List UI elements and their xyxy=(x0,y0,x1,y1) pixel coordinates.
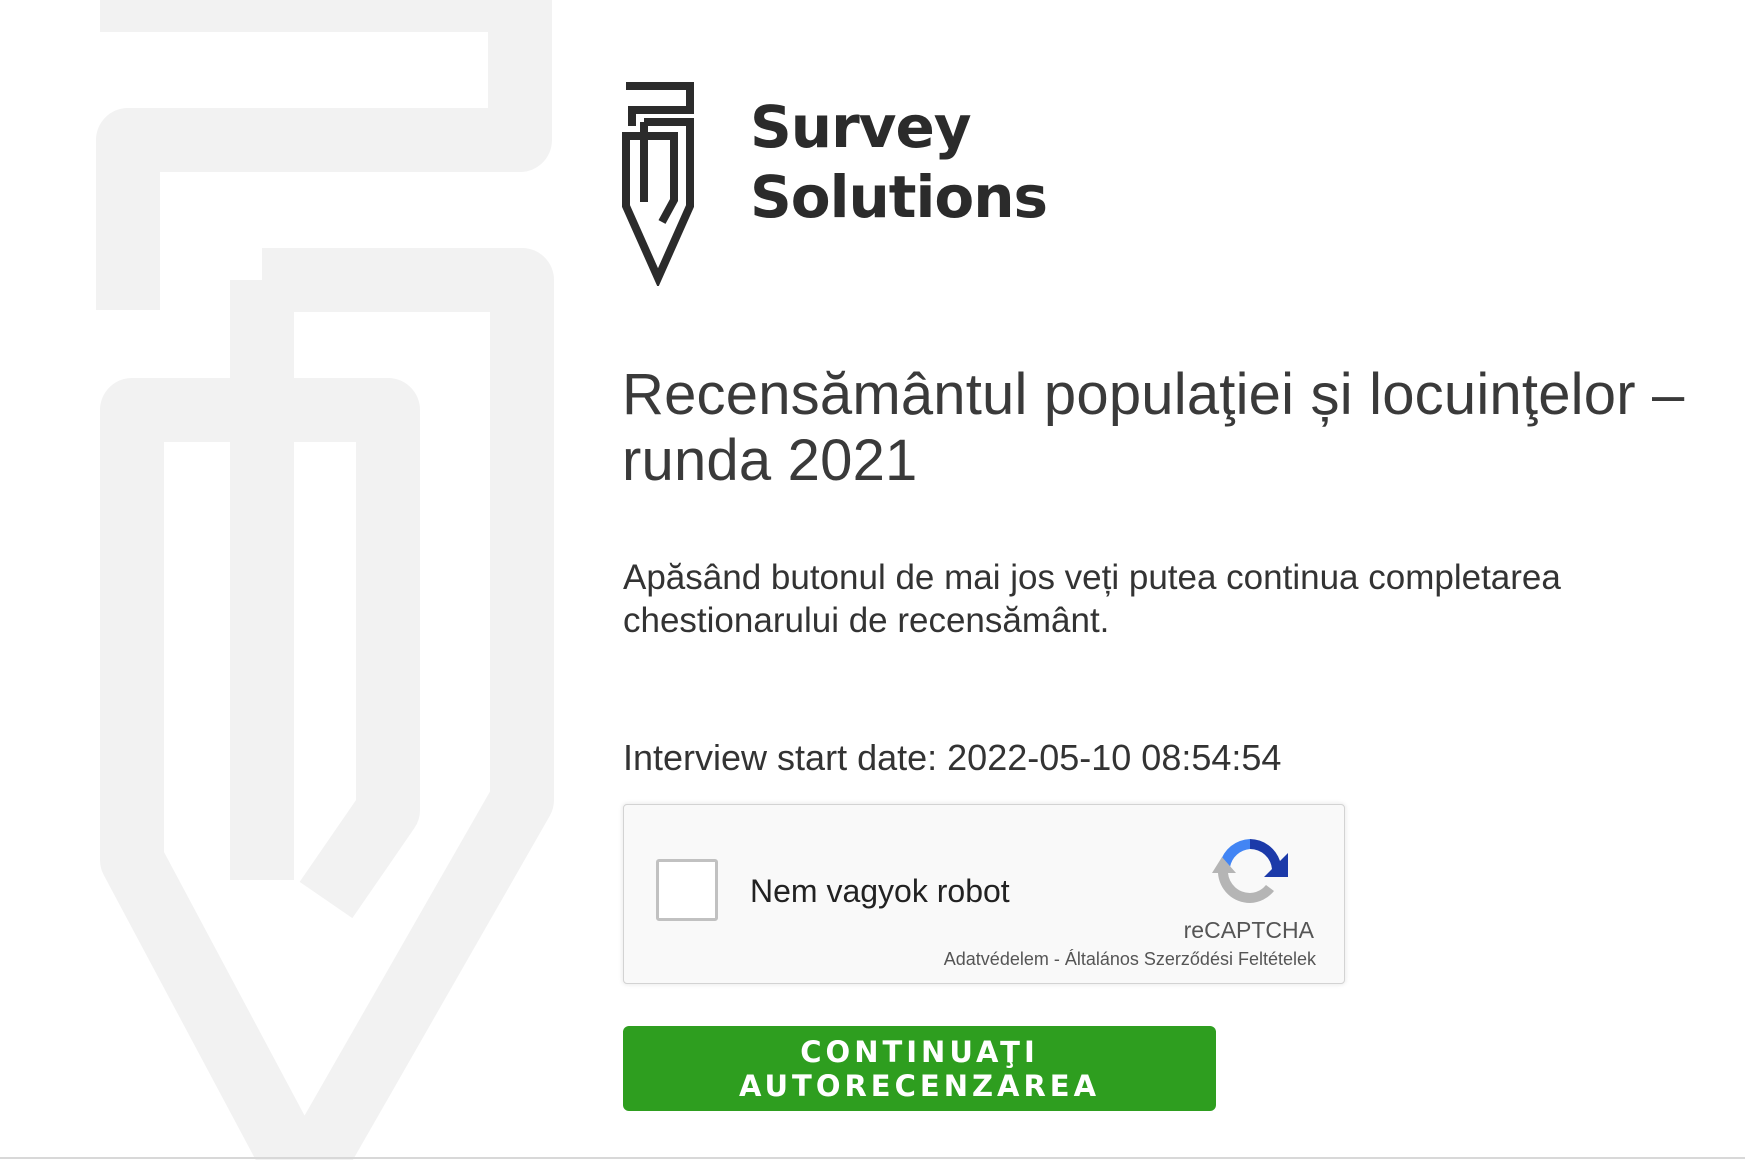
recaptcha-label: Nem vagyok robot xyxy=(750,873,1010,909)
recaptcha-widget: Nem vagyok robot reCAPTCHA Adatvédelem -… xyxy=(623,804,1345,984)
continue-self-census-button[interactable]: Continuaţi autorecenzarea xyxy=(623,1026,1216,1111)
recaptcha-logo-icon xyxy=(1212,839,1288,904)
bottom-divider xyxy=(0,1157,1745,1159)
brand-logo: Survey Solutions xyxy=(622,82,1082,288)
page-title: Recensământul populaţiei și locuinţelor … xyxy=(622,362,1685,493)
recaptcha-checkbox[interactable] xyxy=(656,859,718,921)
recaptcha-privacy-link[interactable]: Adatvédelem xyxy=(944,949,1049,969)
brand-name-line2: Solutions xyxy=(750,163,1048,231)
start-date-value: 2022-05-10 08:54:54 xyxy=(947,737,1282,778)
recaptcha-terms-link[interactable]: Általános Szerződési Feltételek xyxy=(1065,949,1316,969)
recaptcha-link-separator: - xyxy=(1048,949,1065,969)
brand-name: Survey Solutions xyxy=(750,92,1048,232)
start-date-label: Interview start date: xyxy=(623,737,938,778)
brand-name-line1: Survey xyxy=(750,93,972,161)
background-logo-icon xyxy=(96,0,554,1160)
recaptcha-links: Adatvédelem - Általános Szerződési Felté… xyxy=(944,949,1316,969)
recaptcha-brand: reCAPTCHA xyxy=(1183,917,1314,943)
page-description: Apăsând butonul de mai jos veți putea co… xyxy=(623,558,1561,640)
interview-start-date: Interview start date: 2022-05-10 08:54:5… xyxy=(623,736,1281,780)
pen-nib-logo-icon xyxy=(622,82,694,286)
